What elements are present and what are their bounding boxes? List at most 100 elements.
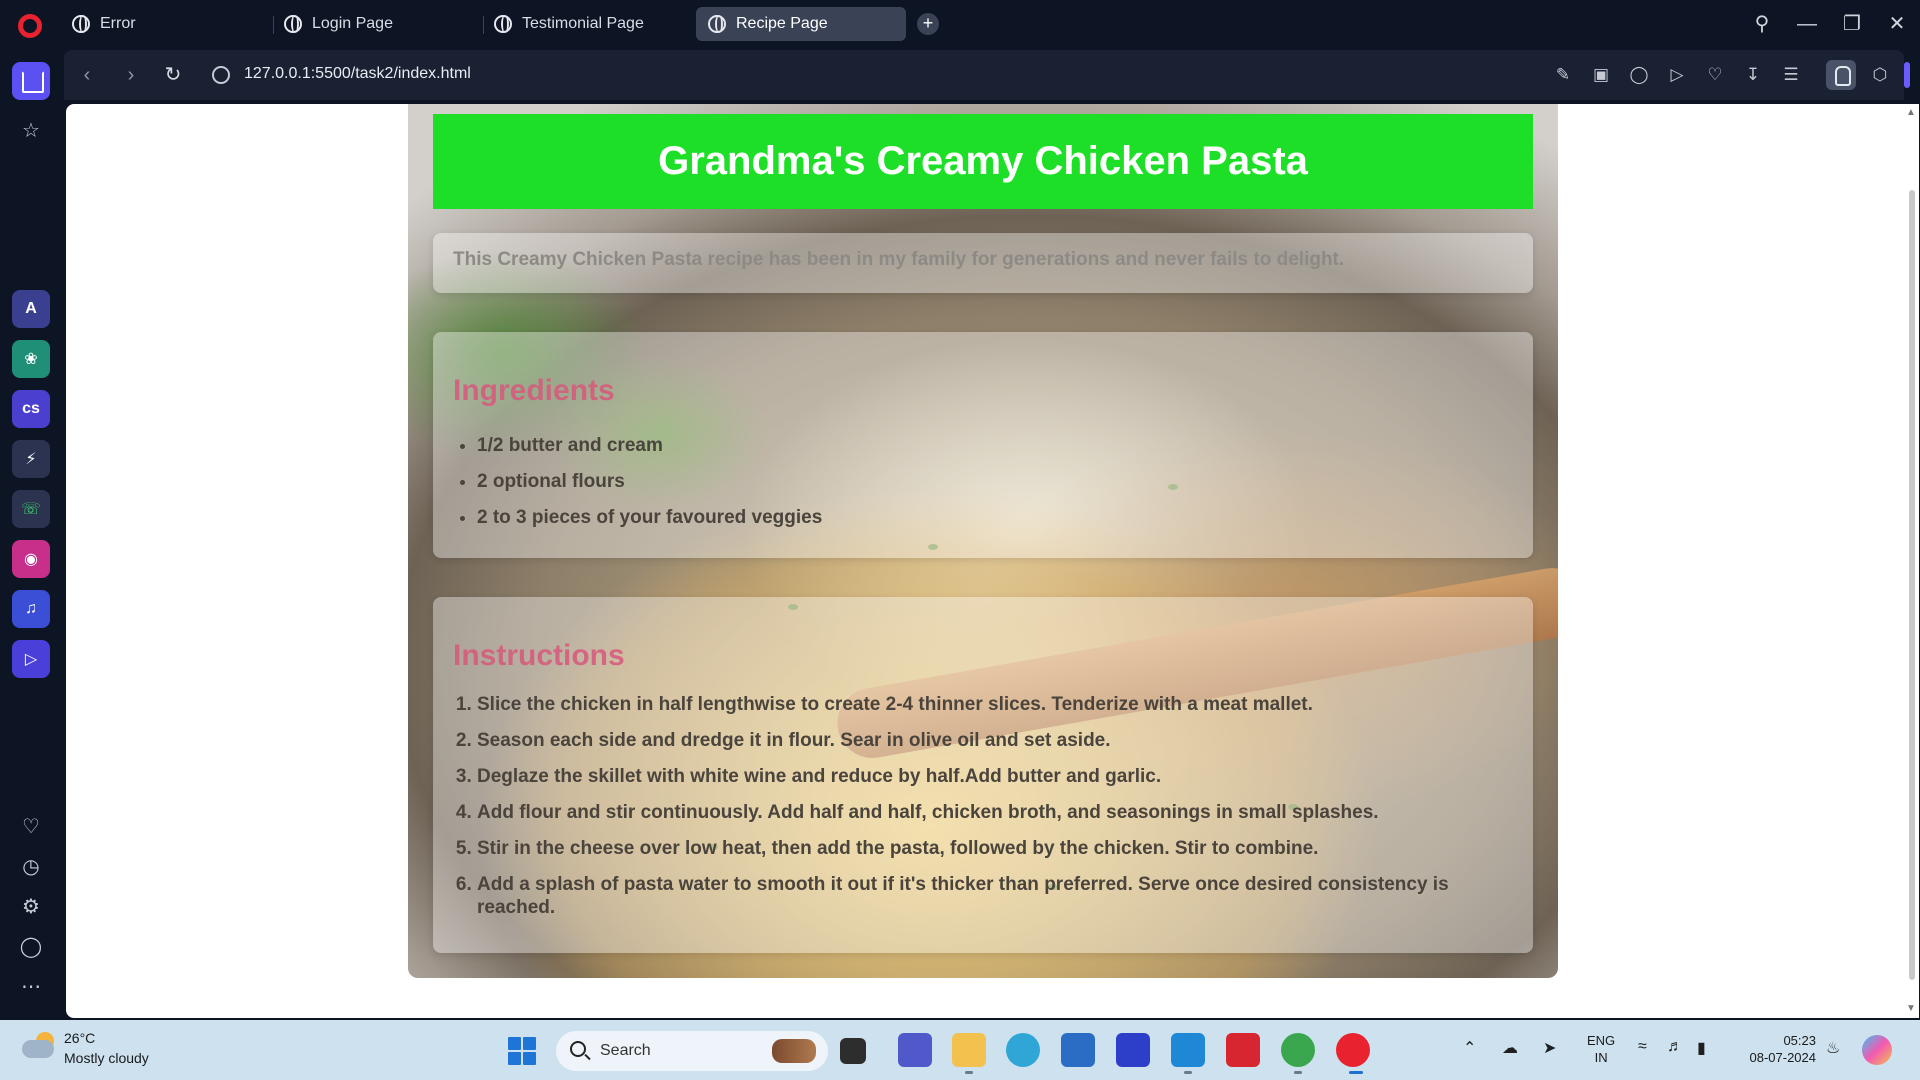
taskbar-search-input[interactable]: Search [556,1031,828,1071]
search-highlight-image [772,1039,816,1063]
intro-panel: This Creamy Chicken Pasta recipe has bee… [433,233,1533,293]
tab-testimonial-page[interactable]: Testimonial Page [482,7,656,41]
download-icon[interactable]: ↧ [1741,63,1765,87]
active-indicator [1349,1071,1363,1074]
scroll-thumb[interactable] [1909,190,1915,980]
more-icon[interactable]: ⋯ [18,974,44,1000]
wifi-icon[interactable]: ≈ [1638,1038,1647,1056]
weather-icon[interactable] [22,1032,56,1058]
close-window-button[interactable]: ✕ [1882,10,1912,38]
home-icon[interactable] [12,62,50,100]
instructions-panel: Instructions Slice the chicken in half l… [433,597,1533,953]
vscode-icon[interactable] [1171,1033,1205,1067]
search-label: Search [600,1042,651,1059]
list-item: 2 to 3 pieces of your favoured veggies [477,500,1513,536]
address-bar-area: ‹ › ↻ 127.0.0.1:5500/task2/index.html ✎ … [64,50,1920,100]
tab-error[interactable]: Error [60,7,148,41]
tab-label: Login Page [312,15,393,32]
back-icon[interactable]: ‹ [74,62,100,88]
battery-icon[interactable]: ▮ [1697,1038,1706,1058]
weather-temperature[interactable]: 26°C [64,1030,95,1046]
list-item: 2 optional flours [477,464,1513,500]
weather-description[interactable]: Mostly cloudy [64,1050,149,1066]
copilot-icon[interactable] [1862,1035,1892,1065]
forward-icon[interactable]: › [118,62,144,88]
taskbar: 26°C Mostly cloudy Search ⌃ ☁ ➤ ENG IN ≈… [0,1020,1920,1080]
recipe-header: Grandma's Creamy Chicken Pasta [433,114,1533,209]
recipe-container: Grandma's Creamy Chicken Pasta This Crea… [408,104,1558,978]
site-info-icon[interactable] [212,66,230,84]
list-item: Add flour and stir continuously. Add hal… [477,801,1513,824]
list-item: 1/2 butter and cream [477,428,1513,464]
history-icon[interactable]: ◷ [18,854,44,880]
opera-sidebar: ☆ A ❀ cs ⚡ ☏ ◉ ♫ ▷ ♡ ◷ ⚙ ◯ ⋯ [0,50,62,1020]
url-field[interactable]: 127.0.0.1:5500/task2/index.html [244,65,471,83]
region-code: IN [1594,1050,1608,1065]
editor-app-icon[interactable] [1116,1033,1150,1067]
language-indicator[interactable]: ENG IN [1587,1032,1615,1066]
new-tab-button[interactable]: + [917,13,939,35]
whatsapp-icon[interactable]: ☏ [12,490,50,528]
easy-setup-icon[interactable]: ☰ [1779,63,1803,87]
heart-icon[interactable]: ♡ [18,814,44,840]
clock[interactable]: 05:23 08-07-2024 [1738,1032,1817,1066]
reload-icon[interactable]: ↻ [160,62,186,88]
location-icon[interactable]: ➤ [1543,1038,1556,1058]
opera-logo-icon[interactable] [18,14,42,38]
camera-icon[interactable]: ▣ [1589,63,1613,87]
store-icon[interactable] [1061,1033,1095,1067]
teams-icon[interactable] [898,1033,932,1067]
running-indicator [1294,1071,1302,1074]
chrome-icon[interactable] [1281,1033,1315,1067]
shield-icon[interactable]: ◯ [1627,63,1651,87]
task-view-icon[interactable] [840,1038,866,1064]
page-title: Grandma's Creamy Chicken Pasta [658,139,1308,183]
volume-icon[interactable]: ♬ [1667,1038,1683,1056]
windows-start-icon[interactable] [508,1037,536,1065]
sidebar-toggle[interactable] [1904,62,1910,88]
instagram-icon[interactable]: ◉ [12,540,50,578]
globe-icon [708,15,726,33]
tab-label: Error [100,15,136,32]
list-item: Season each side and dredge it in flour.… [477,729,1513,752]
send-icon[interactable]: ▷ [1665,63,1689,87]
tab-search-icon[interactable]: ⚲ [1747,10,1777,38]
tab-label: Recipe Page [736,15,828,32]
file-explorer-icon[interactable] [952,1033,986,1067]
list-item: Stir in the cheese over low heat, then a… [477,837,1513,860]
edit-icon[interactable]: ✎ [1551,63,1575,87]
onedrive-icon[interactable]: ☁ [1502,1038,1518,1058]
tab-recipe-page[interactable]: Recipe Page [696,7,906,41]
restore-button[interactable]: ❐ [1837,10,1867,38]
player-icon[interactable]: ▷ [12,640,50,678]
edge-icon[interactable] [1006,1033,1040,1067]
messenger-icon[interactable]: ⚡ [12,440,50,478]
globe-icon [494,15,512,33]
notifications-icon[interactable]: ♨ [1826,1038,1840,1058]
show-hidden-icons-icon[interactable]: ⌃ [1463,1038,1476,1058]
music-player-icon[interactable]: ♫ [12,590,50,628]
minimize-button[interactable]: — [1792,10,1822,38]
running-indicator [965,1071,973,1074]
instructions-list: Slice the chicken in half lengthwise to … [453,693,1513,919]
page-scrollbar[interactable]: ▲ ▼ [1903,104,1919,1018]
lightbulb-icon[interactable]: ◯ [18,934,44,960]
profile-icon[interactable] [1826,60,1856,90]
chatgpt-icon[interactable]: ❀ [12,340,50,378]
aria-icon[interactable]: A [12,290,50,328]
heart-icon[interactable]: ♡ [1703,63,1727,87]
settings-gear-icon[interactable]: ⚙ [18,894,44,920]
globe-icon [72,15,90,33]
tab-login-page[interactable]: Login Page [272,7,405,41]
ingredients-panel: Ingredients 1/2 butter and cream 2 optio… [433,332,1533,558]
address-bar: ‹ › ↻ 127.0.0.1:5500/task2/index.html ✎ … [64,50,1904,100]
scroll-down-icon[interactable]: ▼ [1906,1004,1916,1014]
page-viewport: Grandma's Creamy Chicken Pasta This Crea… [66,104,1919,1018]
opera-taskbar-icon[interactable] [1336,1033,1370,1067]
star-icon[interactable]: ☆ [18,118,44,144]
scroll-up-icon[interactable]: ▲ [1906,108,1916,118]
ingredients-heading: Ingredients [453,374,615,407]
chatsonic-icon[interactable]: cs [12,390,50,428]
mcafee-icon[interactable] [1226,1033,1260,1067]
extensions-icon[interactable]: ⬡ [1868,63,1892,87]
